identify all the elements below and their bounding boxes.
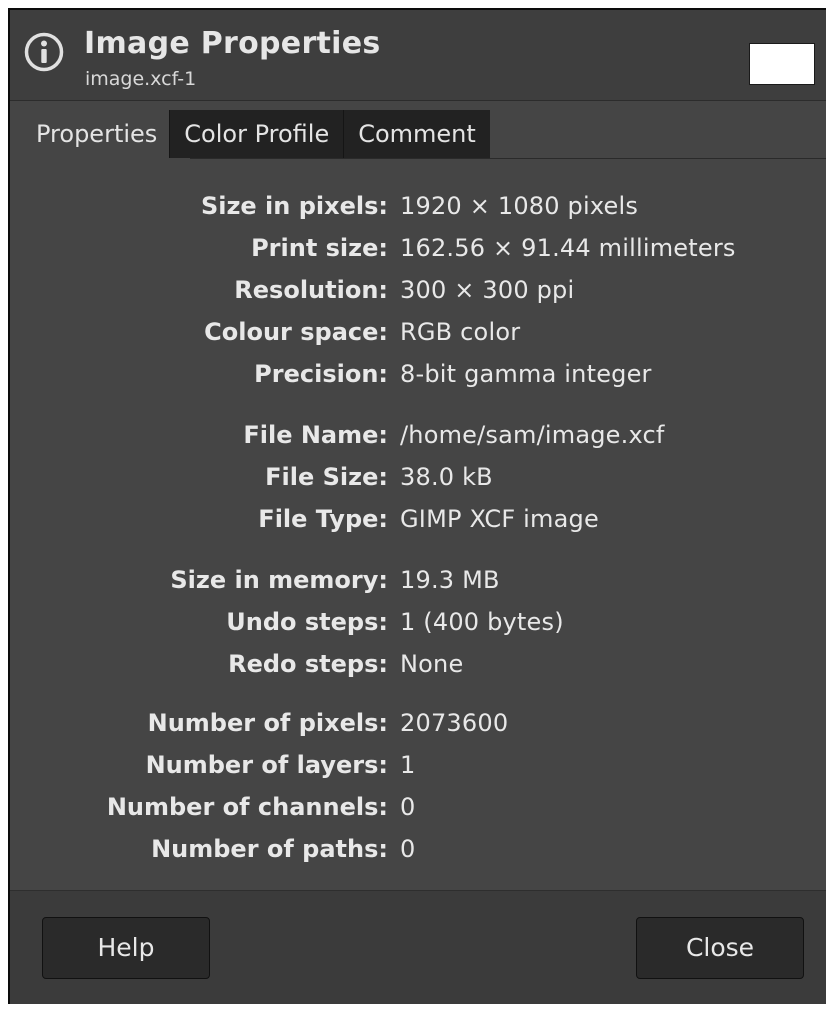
- property-value: 1 (400 bytes): [400, 608, 564, 636]
- property-label: File Type:: [258, 505, 388, 533]
- property-label: Print size:: [251, 234, 388, 262]
- property-value: 1: [400, 751, 416, 779]
- tab-divider: [190, 158, 826, 159]
- property-value: 300 × 300 ppi: [400, 276, 575, 304]
- property-value: None: [400, 650, 464, 678]
- dialog-title: Image Properties: [84, 26, 381, 61]
- property-label: Precision:: [254, 360, 388, 388]
- tab-bar: Properties Color Profile Comment: [22, 110, 490, 158]
- property-value: 19.3 MB: [400, 566, 500, 594]
- property-label: Number of channels:: [106, 793, 388, 821]
- property-label: Size in pixels:: [200, 192, 388, 220]
- dialog-header: Image Properties image.xcf-1: [10, 10, 826, 101]
- property-row-number-of-paths: Number of paths: 0: [10, 833, 828, 873]
- property-value: 0: [400, 793, 416, 821]
- property-row-size-in-memory: Size in memory: 19.3 MB: [10, 564, 828, 604]
- property-row-undo-steps: Undo steps: 1 (400 bytes): [10, 606, 828, 646]
- image-properties-dialog: Image Properties image.xcf-1 Properties …: [8, 8, 826, 1004]
- tab-comment[interactable]: Comment: [343, 110, 490, 158]
- property-value: 1920 × 1080 pixels: [400, 192, 639, 220]
- property-value: RGB color: [400, 318, 521, 346]
- property-row-file-size: File Size: 38.0 kB: [10, 461, 828, 501]
- property-value: 8-bit gamma integer: [400, 360, 652, 388]
- property-label: Colour space:: [204, 318, 388, 346]
- property-value: 0: [400, 835, 416, 863]
- help-button[interactable]: Help: [42, 917, 210, 979]
- property-row-file-name: File Name: /home/sam/image.xcf: [10, 419, 828, 459]
- property-row-number-of-channels: Number of channels: 0: [10, 791, 828, 831]
- property-row-number-of-pixels: Number of pixels: 2073600: [10, 707, 828, 747]
- image-preview-thumbnail: [749, 43, 815, 85]
- property-value: 38.0 kB: [400, 463, 493, 491]
- dialog-footer: Help Close: [10, 890, 826, 1004]
- dialog-subtitle: image.xcf-1: [85, 68, 197, 90]
- property-row-file-type: File Type: GIMP XCF image: [10, 503, 828, 543]
- property-row-resolution: Resolution: 300 × 300 ppi: [10, 274, 828, 314]
- property-label: Resolution:: [234, 276, 388, 304]
- tab-color-profile[interactable]: Color Profile: [169, 110, 344, 158]
- property-row-redo-steps: Redo steps: None: [10, 648, 828, 688]
- property-label: Redo steps:: [228, 650, 388, 678]
- property-value: 162.56 × 91.44 millimeters: [400, 234, 736, 262]
- tab-properties[interactable]: Properties: [22, 110, 170, 158]
- property-label: Size in memory:: [170, 566, 388, 594]
- property-label: Number of paths:: [151, 835, 388, 863]
- property-value: /home/sam/image.xcf: [400, 421, 665, 449]
- property-label: Undo steps:: [226, 608, 388, 636]
- property-row-size-in-pixels: Size in pixels: 1920 × 1080 pixels: [10, 190, 828, 230]
- property-label: Number of layers:: [145, 751, 388, 779]
- close-button[interactable]: Close: [636, 917, 804, 979]
- property-label: File Size:: [265, 463, 388, 491]
- property-row-precision: Precision: 8-bit gamma integer: [10, 358, 828, 398]
- property-row-print-size: Print size: 162.56 × 91.44 millimeters: [10, 232, 828, 272]
- property-value: 2073600: [400, 709, 509, 737]
- property-row-colour-space: Colour space: RGB color: [10, 316, 828, 356]
- property-value: GIMP XCF image: [400, 505, 599, 533]
- property-row-number-of-layers: Number of layers: 1: [10, 749, 828, 789]
- property-label: File Name:: [243, 421, 388, 449]
- info-icon: [24, 32, 64, 72]
- property-label: Number of pixels:: [147, 709, 388, 737]
